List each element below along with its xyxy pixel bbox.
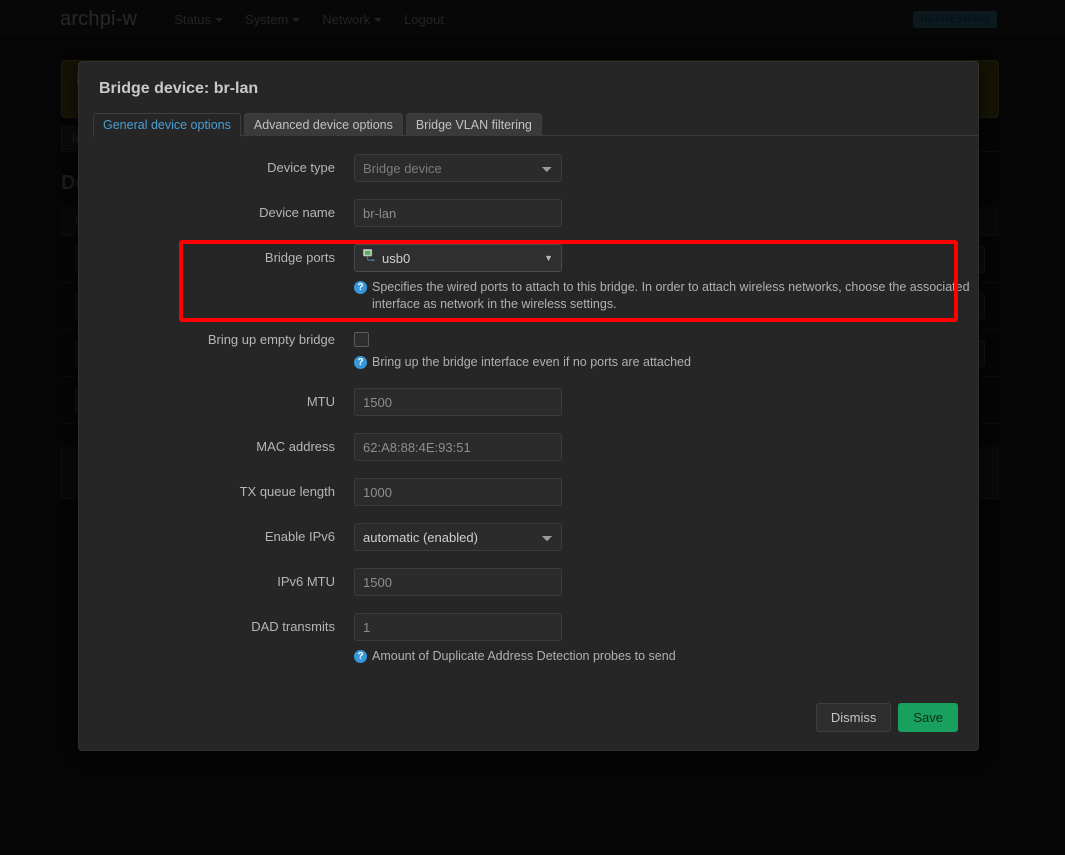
field-ipv6-mtu: IPv6 MTU [79, 568, 978, 596]
field-device-type: Device type Bridge device [79, 154, 978, 182]
bridge-ports-hint: ? Specifies the wired ports to attach to… [354, 279, 978, 313]
device-name-input[interactable] [354, 199, 562, 227]
device-type-select[interactable]: Bridge device [354, 154, 562, 182]
dad-transmits-hint-text: Amount of Duplicate Address Detection pr… [372, 649, 676, 663]
save-button[interactable]: Save [898, 703, 958, 732]
ipv6-mtu-label: IPv6 MTU [277, 574, 335, 589]
mtu-control [354, 388, 978, 416]
field-mtu: MTU [79, 388, 978, 416]
field-bring-up-empty-bridge: Bring up empty bridge ? Bring up the bri… [79, 326, 978, 371]
mac-address-control [354, 433, 978, 461]
tx-queue-length-control [354, 478, 978, 506]
bring-up-empty-bridge-control: ? Bring up the bridge interface even if … [354, 326, 978, 371]
bridge-ports-label: Bridge ports [264, 250, 335, 265]
help-icon[interactable]: ? [354, 650, 367, 663]
enable-ipv6-label: Enable IPv6 [264, 529, 335, 544]
bring-up-empty-bridge-checkbox[interactable] [354, 332, 369, 347]
bridge-ports-dropdown[interactable]: usb0 ▼ [354, 244, 562, 272]
dad-transmits-label: DAD transmits [251, 619, 335, 634]
field-dad-transmits: DAD transmits ? Amount of Duplicate Addr… [79, 613, 978, 665]
bring-up-empty-bridge-label: Bring up empty bridge [207, 332, 335, 347]
tab-general-device-options[interactable]: General device options [93, 113, 241, 137]
dad-transmits-input[interactable] [354, 613, 562, 641]
tx-queue-length-input[interactable] [354, 478, 562, 506]
bring-up-empty-bridge-hint: ? Bring up the bridge interface even if … [354, 354, 978, 371]
ipv6-mtu-control [354, 568, 978, 596]
field-device-name: Device name [79, 199, 978, 227]
bridge-ports-control: usb0 ▼ ? Specifies the wired ports to at… [354, 244, 978, 313]
help-icon[interactable]: ? [354, 281, 367, 294]
device-name-control [354, 199, 978, 227]
bring-up-empty-bridge-hint-text: Bring up the bridge interface even if no… [372, 355, 691, 369]
ipv6-mtu-input[interactable] [354, 568, 562, 596]
bridge-ports-value: usb0 [382, 250, 411, 266]
enable-ipv6-select[interactable]: automatic (enabled) [354, 523, 562, 551]
field-enable-ipv6: Enable IPv6 automatic (enabled) [79, 523, 978, 551]
device-name-label: Device name [259, 205, 335, 220]
dismiss-button[interactable]: Dismiss [815, 703, 892, 732]
modal-footer: Dismiss Save [815, 703, 958, 732]
general-device-options-form: Device type Bridge device Device name Br… [79, 136, 978, 665]
device-type-control: Bridge device [354, 154, 978, 182]
mac-address-label: MAC address [256, 439, 335, 454]
help-icon[interactable]: ? [354, 356, 367, 369]
field-tx-queue-length: TX queue length [79, 478, 978, 506]
ethernet-device-icon [361, 248, 376, 268]
enable-ipv6-control: automatic (enabled) [354, 523, 978, 551]
dad-transmits-hint: ? Amount of Duplicate Address Detection … [354, 648, 978, 665]
chevron-down-icon: ▼ [544, 253, 553, 263]
device-type-label: Device type [267, 160, 335, 175]
bridge-device-modal: Bridge device: br-lan General device opt… [78, 61, 979, 751]
tx-queue-length-label: TX queue length [239, 484, 335, 499]
mtu-label: MTU [306, 394, 335, 409]
tab-advanced-device-options[interactable]: Advanced device options [243, 113, 403, 136]
modal-title: Bridge device: br-lan [99, 80, 259, 97]
mac-address-input[interactable] [354, 433, 562, 461]
modal-tablist: General device options Advanced device o… [93, 112, 978, 137]
mtu-input[interactable] [354, 388, 562, 416]
dad-transmits-control: ? Amount of Duplicate Address Detection … [354, 613, 978, 665]
bridge-ports-hint-text: Specifies the wired ports to attach to t… [372, 280, 970, 311]
field-mac-address: MAC address [79, 433, 978, 461]
field-bridge-ports: Bridge ports usb0 ▼ ? Specifies the wire… [79, 244, 978, 313]
tab-bridge-vlan-filtering[interactable]: Bridge VLAN filtering [405, 113, 542, 136]
